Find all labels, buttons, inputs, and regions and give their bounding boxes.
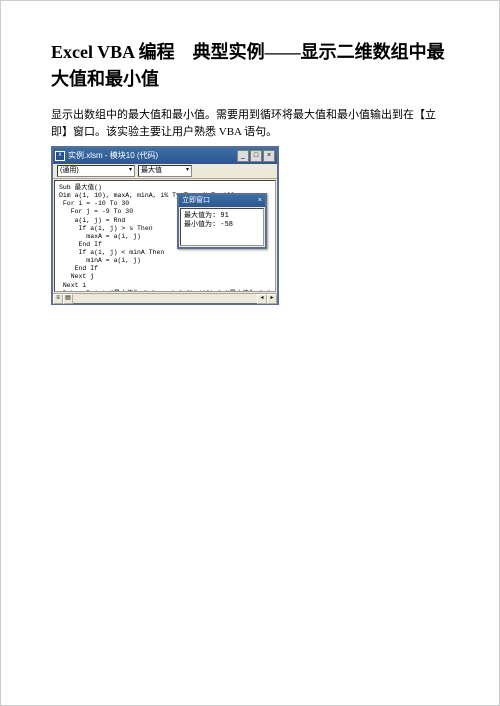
code-line: Sub 最大值()	[59, 184, 271, 192]
close-button[interactable]: ×	[263, 150, 275, 162]
immediate-body: 最大值为: 91 最小值为: -58	[180, 208, 264, 246]
code-line: minA = a(i, j)	[59, 257, 271, 265]
body-paragraph: 显示出数组中的最大值和最小值。需要用到循环将最大值和最小值输出到在【立即】窗口。…	[51, 107, 449, 140]
close-icon[interactable]: ×	[258, 197, 262, 206]
immediate-titlebar: 立即窗口 ×	[179, 195, 265, 207]
immediate-window[interactable]: 立即窗口 × 最大值为: 91 最小值为: -58	[177, 193, 267, 249]
code-pane[interactable]: Sub 最大值()Dim a(1, 10), maxA, minA, i% Ty…	[54, 180, 276, 292]
immediate-title: 立即窗口	[182, 197, 210, 206]
vbe-toolbar: (通用) ▾ 最大值 ▾	[53, 164, 277, 179]
procedure-dropdown-value: 最大值	[141, 165, 162, 176]
view-mode-icon[interactable]: ▤	[63, 294, 73, 304]
vbe-icon: x	[55, 151, 65, 161]
object-dropdown-value: (通用)	[60, 165, 79, 176]
procedure-dropdown[interactable]: 最大值 ▾	[138, 165, 192, 177]
vbe-titlebar: x 实例.xlsm - 模块10 (代码) _ □ ×	[53, 148, 277, 164]
code-line: Next i	[59, 282, 271, 290]
code-line: Debug.Print "最大值为:" & maxA & Chr(13) & "…	[59, 290, 271, 292]
immediate-line: 最小值为: -58	[184, 221, 260, 230]
chevron-down-icon: ▾	[129, 166, 132, 176]
code-line: End If	[59, 265, 271, 273]
vbe-window-title: 实例.xlsm - 模块10 (代码)	[68, 150, 158, 163]
code-line: Next j	[59, 273, 271, 281]
minimize-button[interactable]: _	[237, 150, 249, 162]
scroll-right-icon[interactable]: ▸	[267, 294, 277, 304]
code-scrollbar[interactable]: ≡ ▤ ◂ ▸	[53, 293, 277, 303]
object-dropdown[interactable]: (通用) ▾	[57, 165, 135, 177]
document-title: Excel VBA 编程 典型实例——显示二维数组中最大值和最小值	[51, 39, 449, 93]
view-mode-icon[interactable]: ≡	[53, 294, 63, 304]
scroll-left-icon[interactable]: ◂	[257, 294, 267, 304]
chevron-down-icon: ▾	[186, 166, 189, 176]
vbe-window: x 实例.xlsm - 模块10 (代码) _ □ × (通用) ▾ 最大值 ▾…	[51, 146, 279, 305]
maximize-button[interactable]: □	[250, 150, 262, 162]
code-line: If a(i, j) < minA Then	[59, 249, 271, 257]
immediate-line: 最大值为: 91	[184, 212, 260, 221]
